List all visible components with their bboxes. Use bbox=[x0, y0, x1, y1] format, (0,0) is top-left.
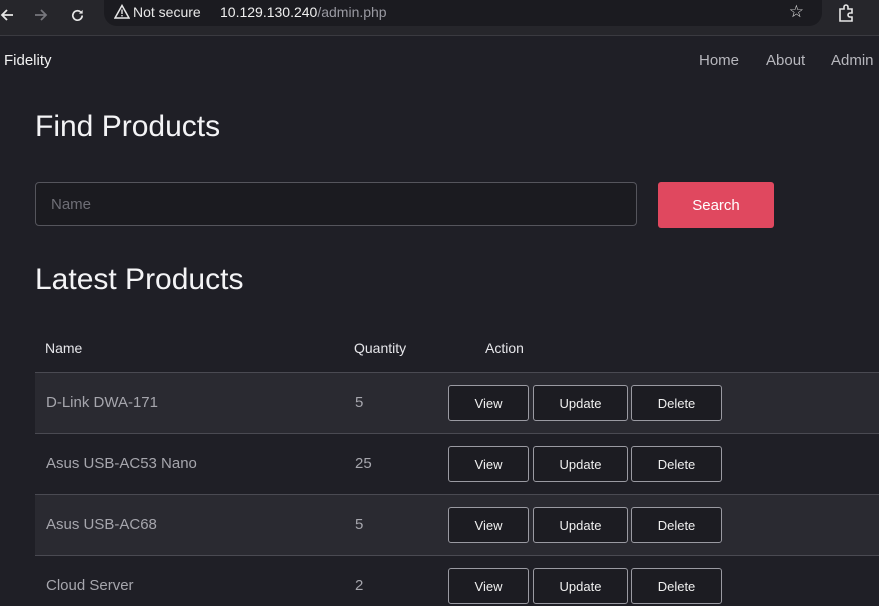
view-button[interactable]: View bbox=[448, 446, 529, 482]
product-name: Cloud Server bbox=[46, 577, 134, 594]
product-quantity: 25 bbox=[355, 455, 372, 472]
table-row: Cloud Server 2 View Update Delete bbox=[35, 555, 879, 606]
reload-icon[interactable] bbox=[66, 4, 88, 26]
delete-button[interactable]: Delete bbox=[631, 385, 722, 421]
search-button[interactable]: Search bbox=[658, 182, 774, 228]
table-row: Asus USB-AC68 5 View Update Delete bbox=[35, 494, 879, 555]
nav-admin[interactable]: Admin bbox=[831, 52, 874, 69]
name-search-input[interactable] bbox=[35, 182, 637, 226]
column-header-action: Action bbox=[485, 340, 524, 356]
view-button[interactable]: View bbox=[448, 507, 529, 543]
nav-about[interactable]: About bbox=[766, 52, 805, 69]
brand-logo[interactable]: Fidelity bbox=[4, 52, 52, 69]
update-button[interactable]: Update bbox=[533, 507, 628, 543]
address-bar[interactable]: Not secure 10.129.130.240/admin.php ☆ bbox=[104, 0, 822, 26]
product-quantity: 5 bbox=[355, 516, 364, 533]
back-icon[interactable] bbox=[0, 4, 18, 26]
product-name: Asus USB-AC53 Nano bbox=[46, 455, 197, 472]
not-secure-label[interactable]: Not secure bbox=[133, 4, 201, 20]
product-name: Asus USB-AC68 bbox=[46, 516, 157, 533]
url-path: /admin.php bbox=[317, 4, 387, 20]
delete-button[interactable]: Delete bbox=[631, 507, 722, 543]
url-text: 10.129.130.240/admin.php bbox=[220, 4, 387, 20]
url-host: 10.129.130.240 bbox=[220, 4, 318, 20]
update-button[interactable]: Update bbox=[533, 385, 628, 421]
find-products-heading: Find Products bbox=[35, 110, 221, 143]
column-header-name: Name bbox=[45, 340, 83, 356]
table-row: D-Link DWA-171 5 View Update Delete bbox=[35, 372, 879, 433]
latest-products-heading: Latest Products bbox=[35, 263, 244, 296]
product-name: D-Link DWA-171 bbox=[46, 394, 158, 411]
column-header-quantity: Quantity bbox=[354, 340, 407, 356]
delete-button[interactable]: Delete bbox=[631, 568, 722, 604]
update-button[interactable]: Update bbox=[533, 568, 628, 604]
product-quantity: 5 bbox=[355, 394, 364, 411]
delete-button[interactable]: Delete bbox=[631, 446, 722, 482]
site-navbar: Fidelity Home About Admin bbox=[0, 36, 879, 88]
view-button[interactable]: View bbox=[448, 385, 529, 421]
table-row: Asus USB-AC53 Nano 25 View Update Delete bbox=[35, 433, 879, 494]
nav-home[interactable]: Home bbox=[699, 52, 739, 69]
browser-toolbar: Not secure 10.129.130.240/admin.php ☆ bbox=[0, 0, 879, 36]
warning-icon bbox=[113, 3, 131, 20]
update-button[interactable]: Update bbox=[533, 446, 628, 482]
view-button[interactable]: View bbox=[448, 568, 529, 604]
extensions-icon[interactable] bbox=[836, 3, 858, 25]
forward-icon[interactable] bbox=[30, 4, 52, 26]
star-icon[interactable]: ☆ bbox=[789, 2, 804, 22]
product-quantity: 2 bbox=[355, 577, 364, 594]
